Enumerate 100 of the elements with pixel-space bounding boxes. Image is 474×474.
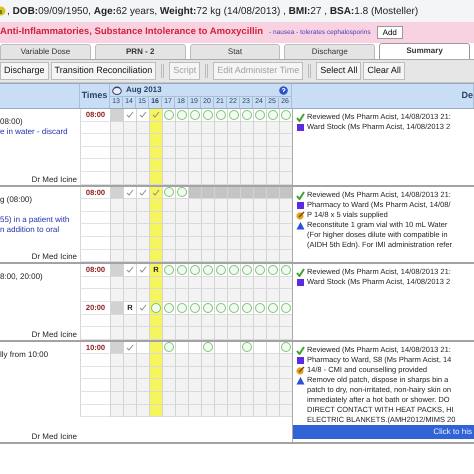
dose-text: 08:00) — [0, 117, 24, 127]
grid-cell — [227, 186, 240, 200]
column-header: De — [461, 89, 473, 102]
grid-cell — [266, 236, 279, 250]
grid-cell — [149, 212, 162, 224]
grid-cell — [266, 186, 279, 200]
grid-cell — [253, 354, 266, 367]
tab[interactable]: Variable Dose — [0, 44, 91, 59]
grid-cell — [162, 224, 175, 237]
grid-cell — [240, 327, 253, 340]
grid-cell — [227, 159, 240, 172]
grid-cell — [279, 224, 292, 237]
grid-cell — [188, 134, 201, 147]
grid-cell — [136, 379, 149, 392]
grid-cell — [123, 159, 136, 172]
grid-cell — [279, 199, 292, 212]
prescriber-text: Dr Med Icine — [30, 251, 78, 262]
note-text: e in water - discard — [0, 127, 69, 137]
grid-cell — [214, 366, 227, 380]
grid-cell — [227, 236, 240, 250]
grid-cell — [162, 134, 175, 147]
grid-cell — [227, 404, 240, 418]
tab[interactable]: PRN - 2 — [94, 44, 186, 59]
grid-cell — [175, 392, 188, 405]
grid-cell — [266, 366, 279, 380]
dose-text: 8:00, 20:00) — [0, 272, 44, 282]
grid-cell — [266, 379, 279, 392]
grid-cell — [227, 392, 240, 405]
grid-cell — [175, 354, 188, 367]
grid-cell — [214, 186, 227, 200]
grid-cell — [279, 134, 292, 147]
toolbar-button[interactable]: Transition Reconciliation — [50, 62, 156, 80]
grid-cell — [162, 236, 175, 250]
grid-cell — [123, 366, 136, 380]
grid-cell — [201, 366, 214, 380]
grid-cell — [214, 146, 227, 160]
note-text: 55) in a patient with n addition to oral — [0, 214, 70, 235]
history-button[interactable]: Click to his — [293, 424, 474, 439]
grid-cell — [162, 159, 175, 172]
check-icon — [296, 113, 305, 122]
tab[interactable]: Stat — [190, 44, 280, 59]
add-button[interactable]: Add — [376, 26, 403, 40]
grid-cell — [253, 199, 266, 212]
grid-cell — [136, 212, 149, 224]
grid-cell — [201, 404, 214, 418]
grid-cell — [136, 236, 149, 250]
grid-cell — [110, 327, 123, 340]
square-icon — [296, 356, 305, 365]
check-icon — [296, 346, 305, 355]
tab[interactable]: Discharge — [284, 44, 376, 59]
grid-cell — [266, 134, 279, 147]
toolbar-button[interactable]: Clear All — [363, 62, 405, 80]
grid-cell — [188, 236, 201, 250]
grid-cell — [214, 392, 227, 405]
grid-cell — [240, 159, 253, 172]
grid-cell — [240, 236, 253, 250]
grid-cell — [110, 276, 123, 290]
grid-cell — [214, 327, 227, 340]
grid-cell — [123, 212, 136, 224]
grid-cell — [149, 379, 162, 392]
grid-cell — [266, 327, 279, 340]
grid-cell — [240, 366, 253, 380]
pencil-icon — [296, 210, 305, 220]
grid-cell — [214, 199, 227, 212]
grid-cell — [188, 250, 201, 262]
grid-cell — [266, 224, 279, 237]
grid-cell — [136, 146, 149, 160]
grid-cell — [123, 250, 136, 262]
toolbar-button[interactable]: Select All — [316, 62, 362, 80]
grid-cell — [201, 199, 214, 212]
grid-cell — [149, 159, 162, 172]
grid-cell — [227, 172, 240, 185]
dose-text: lly from 10:00 — [0, 350, 50, 360]
grid-cell — [175, 172, 188, 185]
check-icon — [296, 190, 305, 200]
grid-cell — [188, 327, 201, 340]
triangle-icon — [296, 376, 305, 385]
grid-cell — [201, 224, 214, 237]
grid-cell — [175, 327, 188, 340]
grid-cell — [266, 212, 279, 224]
grid-cell — [175, 134, 188, 147]
toolbar-button[interactable]: Discharge — [0, 62, 49, 80]
tab[interactable]: Summary — [379, 43, 470, 59]
grid-cell — [110, 172, 123, 185]
grid-cell — [162, 212, 175, 224]
grid-cell — [227, 212, 240, 224]
grid-cell — [123, 327, 136, 340]
grid-cell — [240, 146, 253, 160]
grid-cell — [253, 327, 266, 340]
grid-cell — [110, 224, 123, 237]
grid-cell — [123, 134, 136, 147]
grid-cell — [266, 159, 279, 172]
grid-cell — [175, 366, 188, 380]
grid-cell — [279, 212, 292, 224]
grid-cell — [110, 199, 123, 212]
pencil-icon — [296, 366, 305, 375]
grid-cell — [253, 172, 266, 185]
grid-cell — [110, 289, 123, 302]
grid-cell — [253, 236, 266, 250]
grid-cell — [214, 354, 227, 367]
